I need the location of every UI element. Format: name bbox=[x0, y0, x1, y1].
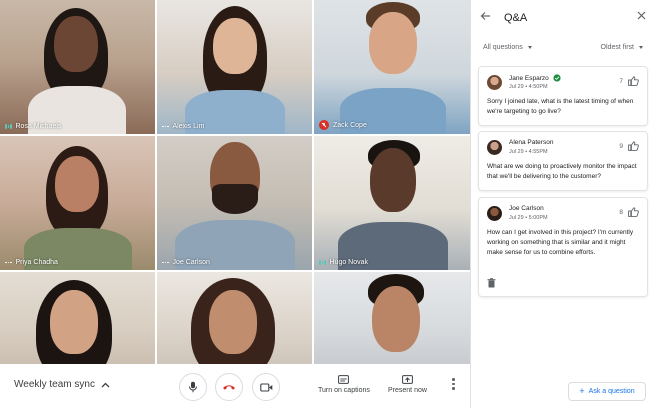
participant-tile[interactable] bbox=[314, 272, 470, 364]
participant-tile[interactable] bbox=[0, 272, 155, 364]
question-timestamp: Jul 29 • 4:50PM bbox=[509, 84, 548, 90]
avatar bbox=[487, 75, 502, 90]
ask-question-label: Ask a question bbox=[588, 388, 635, 395]
question-text: How can I get involved in this project? … bbox=[487, 229, 634, 256]
participant-name: Alexis Lim bbox=[172, 123, 205, 130]
qa-panel: Q&A All questions Oldest first Jane Espa… bbox=[470, 0, 652, 408]
question-timestamp: Jul 29 • 5:00PM bbox=[509, 215, 548, 221]
participant-name: Rosa Michaels bbox=[15, 123, 62, 130]
thumbs-up-icon bbox=[628, 76, 639, 86]
question-timestamp: Jul 29 • 4:55PM bbox=[509, 149, 548, 155]
phone-hangup-icon bbox=[223, 385, 235, 390]
participant-name-tag: Zack Cope bbox=[319, 120, 367, 130]
dropdown-caret-icon bbox=[639, 46, 643, 49]
dropdown-caret-icon bbox=[527, 46, 532, 49]
participant-tile-rosa-michaels[interactable]: Rosa Michaels bbox=[0, 0, 155, 134]
qa-panel-header: Q&A bbox=[471, 0, 652, 36]
participant-name-tag: Hugo Novak bbox=[319, 259, 368, 266]
camera-button[interactable] bbox=[252, 373, 280, 401]
question-card: Joe Carlson Jul 29 • 5:00PM 8 How can I … bbox=[478, 197, 648, 297]
upvote-button[interactable]: 7 bbox=[619, 76, 639, 86]
mic-idle-icon bbox=[162, 125, 169, 128]
upvote-count: 8 bbox=[619, 208, 623, 216]
participant-name-tag: Priya Chadha bbox=[5, 259, 58, 266]
meeting-toolbar: Weekly team sync Turn on captions Presen… bbox=[0, 364, 470, 408]
participant-name-tag: Rosa Michaels bbox=[5, 123, 61, 130]
verified-badge-icon bbox=[553, 74, 561, 82]
qa-filters: All questions Oldest first bbox=[471, 42, 652, 56]
qa-panel-title: Q&A bbox=[504, 12, 528, 24]
participant-tile-alexis-lim[interactable]: Alexis Lim bbox=[157, 0, 312, 134]
participant-name-tag: Alexis Lim bbox=[162, 123, 204, 130]
participant-tile-joe-carlson[interactable]: Joe Carlson bbox=[157, 136, 312, 270]
thumbs-up-icon bbox=[628, 207, 639, 217]
thumbs-up-icon bbox=[628, 141, 639, 151]
captions-icon bbox=[338, 375, 350, 384]
captions-button[interactable]: Turn on captions bbox=[318, 375, 370, 394]
speaking-indicator-icon bbox=[5, 124, 12, 129]
avatar bbox=[487, 206, 502, 221]
upvote-button[interactable]: 9 bbox=[619, 141, 639, 151]
microphone-icon bbox=[189, 381, 197, 393]
more-options-icon[interactable] bbox=[452, 378, 455, 390]
avatar bbox=[487, 140, 502, 155]
mic-idle-icon bbox=[5, 261, 12, 264]
participant-name: Hugo Novak bbox=[329, 259, 369, 266]
close-icon[interactable] bbox=[637, 11, 646, 20]
mic-idle-icon bbox=[162, 261, 169, 264]
present-screen-icon bbox=[402, 375, 413, 384]
question-author: Alena Paterson bbox=[509, 139, 554, 146]
upvote-button[interactable]: 8 bbox=[619, 207, 639, 217]
end-call-button[interactable] bbox=[215, 373, 243, 401]
captions-label: Turn on captions bbox=[318, 387, 370, 394]
present-label: Present now bbox=[388, 387, 427, 394]
ask-question-button[interactable]: + Ask a question bbox=[568, 382, 646, 401]
question-sort-dropdown[interactable]: Oldest first bbox=[601, 44, 643, 51]
video-camera-icon bbox=[259, 382, 272, 392]
plus-icon: + bbox=[579, 386, 585, 396]
question-text: What are we doing to proactively monitor… bbox=[487, 163, 637, 180]
back-arrow-icon[interactable] bbox=[480, 11, 491, 21]
present-now-button[interactable]: Present now bbox=[388, 375, 427, 394]
speaking-indicator-icon bbox=[319, 260, 326, 265]
trash-icon[interactable] bbox=[487, 278, 496, 288]
participant-tile-zack-cope[interactable]: Zack Cope bbox=[314, 0, 470, 134]
participant-tile-priya-chadha[interactable]: Priya Chadha bbox=[0, 136, 155, 270]
question-filter-dropdown[interactable]: All questions bbox=[483, 44, 532, 51]
upvote-count: 7 bbox=[619, 77, 623, 85]
question-card: Alena Paterson Jul 29 • 4:55PM 9 What ar… bbox=[478, 131, 648, 191]
participant-name-tag: Joe Carlson bbox=[162, 259, 210, 266]
question-author: Joe Carlson bbox=[509, 205, 544, 212]
participant-tile[interactable] bbox=[157, 272, 312, 364]
question-filter-value: All questions bbox=[483, 44, 523, 51]
participant-name: Zack Cope bbox=[333, 121, 367, 129]
video-grid: Rosa Michaels Alexis Lim Zack Cope Priya… bbox=[0, 0, 470, 364]
meeting-title: Weekly team sync bbox=[14, 379, 95, 390]
participant-tile-hugo-novak[interactable]: Hugo Novak bbox=[314, 136, 470, 270]
microphone-button[interactable] bbox=[179, 373, 207, 401]
mic-muted-icon bbox=[319, 120, 329, 130]
question-text: Sorry I joined late, what is the latest … bbox=[487, 98, 634, 115]
meeting-details-toggle[interactable]: Weekly team sync bbox=[14, 379, 110, 390]
question-author: Jane Esparzo bbox=[509, 74, 549, 82]
question-card: Jane Esparzo Jul 29 • 4:50PM 7 Sorry I j… bbox=[478, 66, 648, 126]
question-sort-value: Oldest first bbox=[600, 44, 634, 51]
upvote-count: 9 bbox=[619, 142, 623, 150]
participant-name: Priya Chadha bbox=[15, 259, 58, 266]
chevron-up-icon bbox=[101, 382, 110, 387]
participant-name: Joe Carlson bbox=[172, 259, 210, 266]
